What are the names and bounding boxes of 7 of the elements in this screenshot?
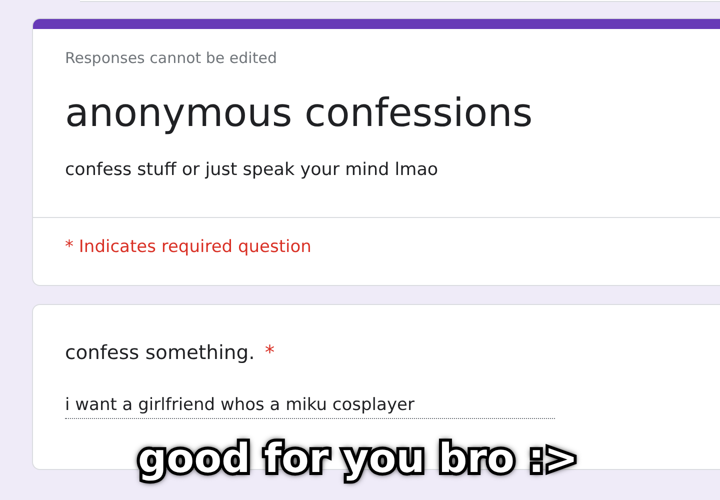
required-mark: * bbox=[264, 341, 275, 364]
notice-text: Responses cannot be edited bbox=[65, 49, 278, 67]
answer-field[interactable]: i want a girlfriend whos a miku cosplayer bbox=[65, 395, 555, 420]
question-label: confess something. bbox=[65, 341, 255, 364]
form-title: anonymous confessions bbox=[65, 91, 534, 138]
form-description: confess stuff or just speak your mind lmao bbox=[65, 160, 440, 181]
required-note: * Indicates required question bbox=[65, 236, 312, 257]
